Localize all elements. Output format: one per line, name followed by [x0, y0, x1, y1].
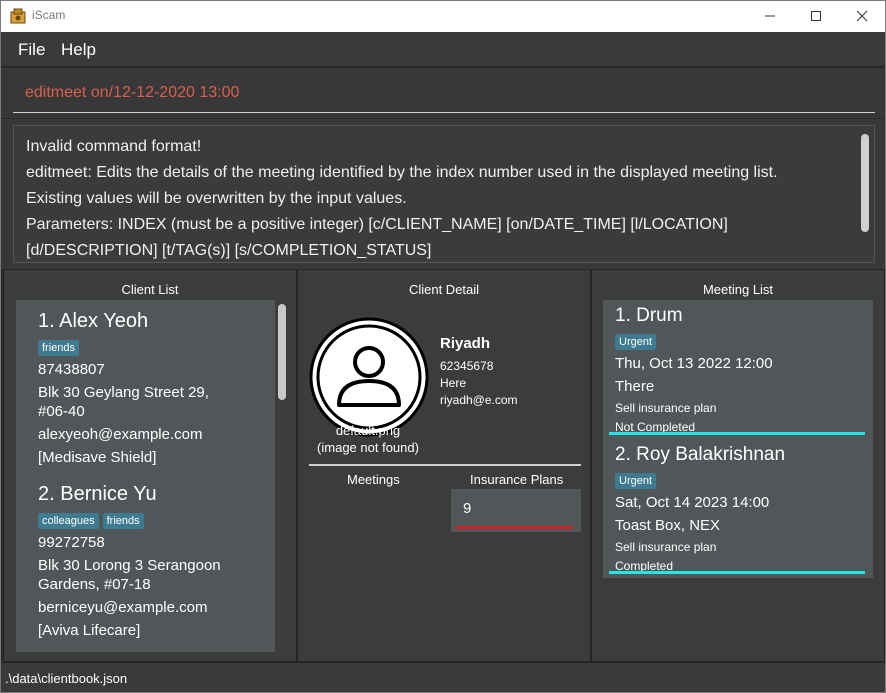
client-email: berniceyu@example.com [38, 599, 208, 616]
meeting-tags: Urgent [615, 330, 873, 350]
meeting-status-bar [609, 432, 865, 435]
menu-help[interactable]: Help [61, 40, 96, 60]
client-phone: 99272758 [38, 534, 105, 551]
client-plans: [Aviva Lifecare] [38, 622, 141, 639]
meeting-card[interactable]: 1. Drum Urgent Thu, Oct 13 2022 12:00 Th… [603, 300, 873, 437]
insurance-plan-value: 9 [463, 500, 472, 517]
client-tags: colleagues friends [38, 509, 275, 529]
command-input[interactable]: editmeet on/12-12-2020 13:00 [13, 79, 875, 113]
meeting-datetime: Sat, Oct 14 2023 14:00 [615, 494, 770, 511]
client-tags: friends [38, 336, 275, 356]
meeting-description: Sell insurance plan [615, 401, 717, 415]
result-line: Invalid command format! [26, 138, 202, 155]
meetings-label: Meetings [347, 472, 400, 487]
image-caption: (image not found) [317, 440, 419, 455]
meeting-list-panel: Meeting List 1. Drum Urgent Thu, Oct 13 … [591, 269, 885, 662]
meeting-list[interactable]: 1. Drum Urgent Thu, Oct 13 2022 12:00 Th… [603, 300, 873, 578]
image-caption: default.png [335, 423, 401, 438]
status-bar: .\data\clientbook.json [1, 662, 885, 692]
meeting-tag: Urgent [615, 473, 657, 489]
maximize-button[interactable] [793, 1, 839, 32]
result-display[interactable]: Invalid command format! editmeet: Edits … [13, 125, 875, 263]
client-card[interactable]: 2. Bernice Yu colleagues friends 99272758… [16, 483, 275, 640]
menu-bar: File Help [1, 32, 885, 67]
data-file-path: .\data\clientbook.json [5, 671, 128, 686]
window-title: iScam [32, 8, 66, 22]
detail-phone: 62345678 [440, 359, 494, 373]
insurance-plan-item[interactable]: 9 [451, 489, 581, 532]
client-tag: friends [38, 340, 80, 356]
panels-area: Client List 1. Alex Yeoh friends 8743880… [1, 269, 885, 662]
meeting-status-bar [609, 571, 865, 574]
close-icon [856, 10, 868, 22]
menu-file[interactable]: File [18, 40, 45, 60]
app-window: iScam File Help editmeet on/12-12-2020 1… [0, 0, 886, 693]
result-line: editmeet: Edits the details of the meeti… [26, 164, 778, 181]
detail-name: Riyadh [440, 335, 491, 352]
result-line: Parameters: INDEX (must be a positive in… [26, 216, 728, 233]
maximize-icon [811, 11, 821, 21]
command-area: editmeet on/12-12-2020 13:00 [1, 68, 885, 118]
plan-underline [456, 526, 573, 529]
meeting-tag: Urgent [615, 334, 657, 350]
result-line: [d/DESCRIPTION] [t/TAG(s)] [s/COMPLETION… [26, 242, 432, 259]
meeting-description: Sell insurance plan [615, 540, 717, 554]
result-line: Existing values will be overwritten by t… [26, 190, 407, 207]
client-list-title: Client List [121, 282, 179, 297]
client-list-panel: Client List 1. Alex Yeoh friends 8743880… [3, 269, 297, 662]
meeting-tags: Urgent [615, 469, 873, 489]
client-detail-title: Client Detail [408, 282, 480, 297]
client-email: alexyeoh@example.com [38, 426, 203, 443]
meeting-datetime: Thu, Oct 13 2022 12:00 [615, 355, 773, 372]
client-tag: friends [102, 513, 144, 529]
meeting-location: There [615, 378, 655, 395]
minimize-button[interactable] [747, 1, 793, 32]
avatar-icon [309, 317, 429, 437]
detail-divider [309, 464, 581, 466]
result-scrollbar[interactable] [861, 134, 869, 232]
detail-address: Here [440, 376, 467, 390]
client-card[interactable]: 1. Alex Yeoh friends 87438807 Blk 30 Gey… [16, 310, 275, 467]
meeting-name: 2. Roy Balakrishnan [615, 444, 786, 465]
client-detail-panel: Client Detail default.png (image not fou… [297, 269, 591, 662]
meeting-list-title: Meeting List [702, 282, 774, 297]
client-plans: [Medisave Shield] [38, 449, 157, 466]
app-icon [10, 8, 26, 24]
meeting-card[interactable]: 2. Roy Balakrishnan Urgent Sat, Oct 14 2… [603, 439, 873, 576]
client-tag: colleagues [38, 513, 99, 529]
meeting-location: Toast Box, NEX [615, 517, 721, 534]
minimize-icon [765, 15, 775, 17]
client-list[interactable]: 1. Alex Yeoh friends 87438807 Blk 30 Gey… [16, 300, 275, 652]
insurance-plans-label: Insurance Plans [470, 472, 564, 487]
close-button[interactable] [839, 1, 885, 32]
client-phone: 87438807 [38, 361, 105, 378]
client-address: Blk 30 Geylang Street 29, #06-40 [38, 384, 209, 420]
title-bar: iScam [1, 1, 885, 32]
meeting-name: 1. Drum [615, 305, 683, 326]
client-name: 2. Bernice Yu [38, 483, 157, 505]
client-name: 1. Alex Yeoh [38, 310, 149, 332]
detail-email: riyadh@e.com [440, 393, 518, 407]
client-address: Blk 30 Lorong 3 Serangoon Gardens, #07-1… [38, 557, 221, 593]
client-list-scrollbar[interactable] [278, 304, 286, 400]
result-area: Invalid command format! editmeet: Edits … [1, 118, 885, 269]
